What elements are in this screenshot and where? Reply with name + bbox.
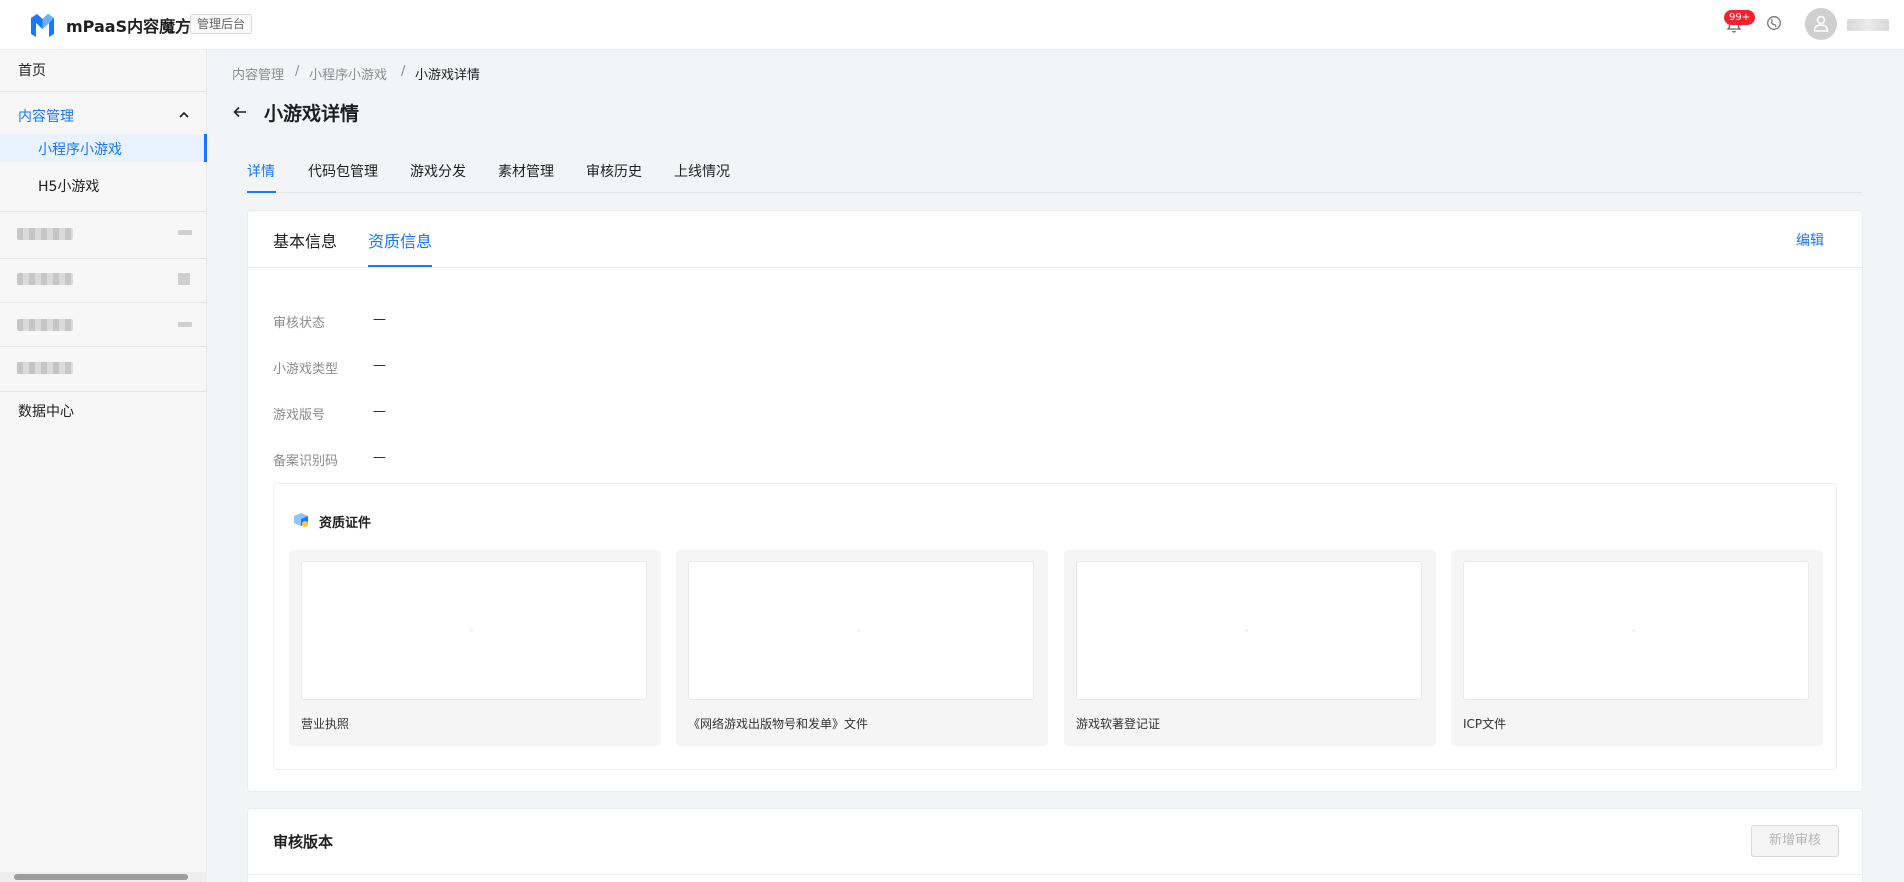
certificate-label: 游戏软著登记证 [1076, 717, 1161, 731]
sidebar-item-label: 内容管理 [18, 109, 74, 125]
field-label-review-status: 审核状态 [273, 316, 326, 331]
review-version-title: 审核版本 [273, 833, 334, 851]
certificate-label: 《网络游戏出版物号和发单》文件 [688, 717, 869, 731]
sidebar-item-h5-game[interactable]: H5小游戏 [0, 176, 207, 196]
brand-name: mPaaS内容魔方 [66, 17, 192, 36]
certificate-item[interactable]: - 营业执照 [289, 550, 661, 746]
certificates-section: 资质证件 - 营业执照 - 《网络游戏出版物号和发单》文件 - 游戏软著登记证 … [273, 483, 1837, 770]
sidebar-item-blurred[interactable] [17, 362, 73, 374]
certificate-image-placeholder[interactable]: - [301, 561, 647, 700]
tabs-divider [247, 192, 1862, 193]
sidebar-item-data-center[interactable]: 数据中心 [0, 401, 207, 421]
username-blurred [1847, 19, 1889, 31]
certificate-icon [294, 513, 308, 527]
certificates-title: 资质证件 [319, 516, 372, 531]
avatar[interactable] [1805, 8, 1837, 40]
tab-distribution[interactable]: 游戏分发 [410, 161, 466, 181]
certificate-item[interactable]: - 游戏软著登记证 [1064, 550, 1436, 746]
field-label-license-no: 游戏版号 [273, 408, 326, 423]
add-review-button[interactable]: 新增审核 [1751, 825, 1839, 857]
sidebar-item-content-mgmt[interactable]: 内容管理 [0, 106, 207, 126]
sidebar-item-label: 首页 [18, 63, 46, 79]
active-tab-indicator [247, 191, 276, 193]
tab-code-package[interactable]: 代码包管理 [308, 161, 378, 181]
field-label-game-type: 小游戏类型 [273, 362, 339, 377]
field-value-review-status: — [373, 312, 386, 327]
sidebar-item-blurred[interactable] [17, 273, 73, 285]
tab-materials[interactable]: 素材管理 [498, 161, 554, 181]
field-value-game-type: — [373, 358, 386, 373]
divider [0, 391, 207, 392]
subtab-basic-info[interactable]: 基本信息 [273, 228, 337, 252]
field-value-license-no: — [373, 404, 386, 419]
qualification-card: 基本信息 资质信息 编辑 审核状态 — 小游戏类型 — 游戏版号 — 备案识别码… [247, 210, 1863, 792]
sidebar-item-blurred[interactable] [17, 319, 73, 331]
breadcrumb-link[interactable]: 小程序小游戏 [309, 64, 387, 83]
divider [0, 91, 207, 92]
tab-review-history[interactable]: 审核历史 [586, 161, 642, 181]
page-title: 小游戏详情 [264, 103, 360, 125]
divider [248, 874, 1862, 875]
sidebar-item-home[interactable]: 首页 [0, 60, 207, 80]
admin-tag: 管理后台 [190, 14, 253, 34]
field-label-filing-code: 备案识别码 [273, 454, 339, 469]
certificate-item[interactable]: - 《网络游戏出版物号和发单》文件 [676, 550, 1048, 746]
collapse-marker [178, 273, 190, 285]
collapse-marker [178, 322, 192, 327]
field-value-filing-code: — [373, 450, 386, 465]
certificate-image-placeholder[interactable]: - [1076, 561, 1422, 700]
globe-icon[interactable] [1766, 15, 1782, 31]
edit-button[interactable]: 编辑 [1796, 230, 1824, 250]
subtab-divider [248, 267, 1862, 268]
subtab-qualification[interactable]: 资质信息 [368, 228, 432, 252]
tab-online-status[interactable]: 上线情况 [674, 161, 730, 181]
logo-icon [31, 14, 54, 37]
sidebar-item-mini-game[interactable]: 小程序小游戏 [0, 134, 207, 162]
notification-badge: 99+ [1724, 10, 1756, 25]
breadcrumb-separator: / [401, 64, 406, 79]
breadcrumb-separator: / [295, 64, 300, 79]
collapse-marker [178, 230, 192, 235]
certificate-label: ICP文件 [1463, 717, 1507, 731]
breadcrumb-current: 小游戏详情 [415, 68, 481, 83]
sidebar-item-label: 小程序小游戏 [38, 142, 122, 158]
tab-detail[interactable]: 详情 [247, 161, 275, 181]
certificate-image-placeholder[interactable]: - [1463, 561, 1809, 700]
certificate-item[interactable]: - ICP文件 [1451, 550, 1823, 746]
review-version-card: 审核版本 新增审核 [247, 808, 1863, 882]
certificate-image-placeholder[interactable]: - [688, 561, 1034, 700]
divider [0, 211, 207, 212]
chevron-up-icon [179, 111, 189, 118]
sidebar: 首页 内容管理 小程序小游戏 H5小游戏 数据中心 [0, 50, 207, 882]
divider [0, 346, 207, 347]
user-icon [1813, 15, 1829, 32]
sidebar-item-label: 数据中心 [18, 404, 74, 420]
top-header: mPaaS内容魔方 管理后台 99+ [0, 0, 1904, 50]
scrollbar-thumb[interactable] [14, 874, 188, 880]
back-arrow-icon[interactable] [232, 104, 248, 120]
certificate-label: 营业执照 [301, 717, 350, 731]
divider [0, 302, 207, 303]
breadcrumb-link[interactable]: 内容管理 [232, 64, 284, 83]
sidebar-item-blurred[interactable] [17, 228, 73, 240]
divider [0, 258, 207, 259]
sidebar-item-label: H5小游戏 [38, 179, 100, 195]
